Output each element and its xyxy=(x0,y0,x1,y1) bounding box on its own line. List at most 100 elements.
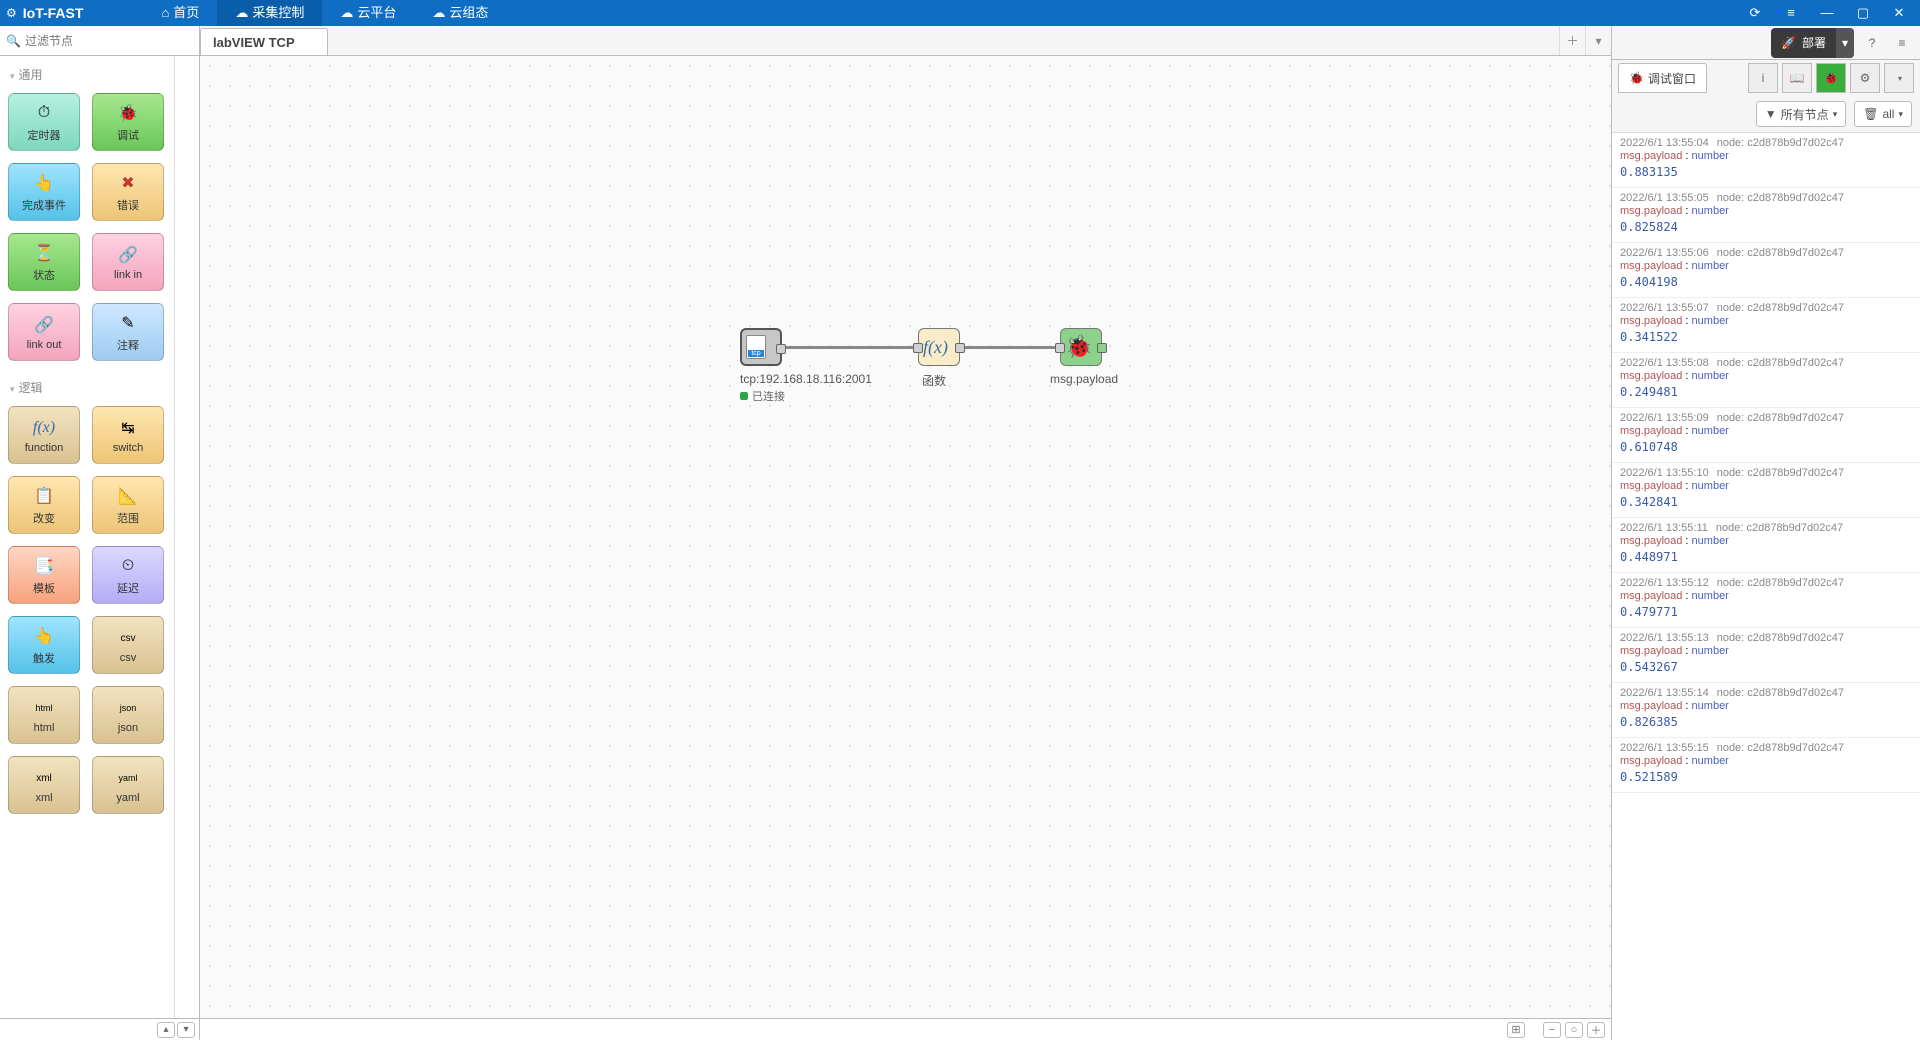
flow-canvas[interactable]: tcp:192.168.18.116:2001 已连接 f(x) 函数 🐞 ms… xyxy=(200,56,1611,1018)
help-button[interactable]: ? xyxy=(1860,31,1884,55)
sidebar-help-tab[interactable]: 📖 xyxy=(1782,63,1812,93)
function-icon: f(x) xyxy=(32,416,56,440)
refresh-icon[interactable]: ⟳ xyxy=(1746,5,1764,21)
msg-value: 0.825824 xyxy=(1620,218,1912,238)
node-timer-label: 定时器 xyxy=(28,127,61,143)
status-text: 已连接 xyxy=(752,388,785,404)
debug-message[interactable]: 2022/6/1 13:55:04node: c2d878b9d7d02c47m… xyxy=(1612,133,1920,188)
wire xyxy=(786,346,916,349)
node-xml[interactable]: xmlxml xyxy=(8,756,80,814)
zoom-out-button[interactable]: − xyxy=(1543,1022,1561,1038)
debug-message[interactable]: 2022/6/1 13:55:05node: c2d878b9d7d02c47m… xyxy=(1612,188,1920,243)
debug-message[interactable]: 2022/6/1 13:55:14node: c2d878b9d7d02c47m… xyxy=(1612,683,1920,738)
canvas-node-debug[interactable]: 🐞 xyxy=(1060,328,1102,366)
debug-message-list[interactable]: 2022/6/1 13:55:04 node: c2d878b9d7d02c47 m… xyxy=(1612,132,1920,1040)
msg-node-id: node: c2d878b9d7d02c47 xyxy=(1717,632,1844,644)
msg-node-id: node: c2d878b9d7d02c47 xyxy=(1716,522,1843,534)
node-linkout-label: link out xyxy=(27,339,62,351)
msg-type: number xyxy=(1692,700,1729,712)
node-port-in[interactable] xyxy=(913,343,923,353)
node-port-in[interactable] xyxy=(1055,343,1065,353)
node-html[interactable]: htmlhtml xyxy=(8,686,80,744)
node-comment-label: 注释 xyxy=(117,337,139,353)
msg-value: 0.479771 xyxy=(1620,603,1912,623)
main-menu-button[interactable]: ≡ xyxy=(1890,31,1914,55)
msg-payload-key: msg.payload xyxy=(1620,205,1682,217)
maximize-icon[interactable]: ▢ xyxy=(1854,5,1872,21)
palette-scrollbar[interactable] xyxy=(174,56,188,1018)
canvas-node-function[interactable]: f(x) xyxy=(918,328,960,366)
debug-message[interactable]: 2022/6/1 13:55:13node: c2d878b9d7d02c47m… xyxy=(1612,628,1920,683)
zoom-reset-button[interactable]: ○ xyxy=(1565,1022,1583,1038)
node-linkout[interactable]: 🔗link out xyxy=(8,303,80,361)
debug-message[interactable]: 2022/6/1 13:55:10node: c2d878b9d7d02c47m… xyxy=(1612,463,1920,518)
palette-collapse-down[interactable]: ▾ xyxy=(177,1022,195,1038)
zoom-in-button[interactable]: ＋ xyxy=(1587,1022,1605,1038)
msg-value: 0.543267 xyxy=(1620,658,1912,678)
node-range[interactable]: 📐范围 xyxy=(92,476,164,534)
debug-filter-nodes[interactable]: ▼所有节点▾ xyxy=(1756,101,1846,127)
link-in-icon: 🔗 xyxy=(116,243,140,267)
debug-message[interactable]: 2022/6/1 13:55:09node: c2d878b9d7d02c47m… xyxy=(1612,408,1920,463)
msg-timestamp: 2022/6/1 13:55:04 xyxy=(1620,137,1709,149)
msg-type: number xyxy=(1692,370,1729,382)
search-icon: 🔍 xyxy=(6,34,21,48)
debug-message[interactable]: 2022/6/1 13:55:08node: c2d878b9d7d02c47m… xyxy=(1612,353,1920,408)
node-switch[interactable]: ↹switch xyxy=(92,406,164,464)
node-linkin[interactable]: 🔗link in xyxy=(92,233,164,291)
node-error[interactable]: ✖错误 xyxy=(92,163,164,221)
canvas-node-tcp[interactable] xyxy=(740,328,782,366)
debug-message[interactable]: 2022/6/1 13:55:12node: c2d878b9d7d02c47m… xyxy=(1612,573,1920,628)
deploy-button[interactable]: 🚀 部署 ▾ xyxy=(1771,28,1854,58)
nav-collect[interactable]: ☁采集控制 xyxy=(217,0,322,26)
node-trigger[interactable]: 👆触发 xyxy=(8,616,80,674)
debug-message[interactable]: 2022/6/1 13:55:06node: c2d878b9d7d02c47m… xyxy=(1612,243,1920,298)
node-change[interactable]: 📋改变 xyxy=(8,476,80,534)
node-timer[interactable]: ⏱ 定时器 xyxy=(8,93,80,151)
palette-search-input[interactable] xyxy=(21,34,193,48)
palette-category-logic[interactable]: 逻辑 xyxy=(4,375,170,400)
chevron-down-icon: ▾ xyxy=(1833,109,1838,120)
node-port-out[interactable] xyxy=(776,344,786,354)
node-function[interactable]: f(x)function xyxy=(8,406,80,464)
sidebar-info-tab[interactable]: i xyxy=(1748,63,1778,93)
filter-icon: ▼ xyxy=(1765,107,1777,121)
palette-collapse-up[interactable]: ▴ xyxy=(157,1022,175,1038)
node-template[interactable]: 📑模板 xyxy=(8,546,80,604)
debug-message[interactable]: 2022/6/1 13:55:15node: c2d878b9d7d02c47m… xyxy=(1612,738,1920,793)
node-csv[interactable]: csvcsv xyxy=(92,616,164,674)
node-status[interactable]: ⏳状态 xyxy=(8,233,80,291)
node-csv-label: csv xyxy=(120,652,137,664)
nav-scada[interactable]: ☁云组态 xyxy=(414,0,506,26)
sidebar-debug-tab[interactable]: 🐞 xyxy=(1816,63,1846,93)
node-comment[interactable]: ✎注释 xyxy=(92,303,164,361)
debug-clear-button[interactable]: 🗑all▾ xyxy=(1854,101,1912,127)
menu-icon[interactable]: ≡ xyxy=(1782,5,1800,21)
palette-category-common[interactable]: 通用 xyxy=(4,62,170,87)
node-delay[interactable]: ⏲延迟 xyxy=(92,546,164,604)
tab-menu-button[interactable]: ▾ xyxy=(1585,26,1611,55)
add-tab-button[interactable]: ＋ xyxy=(1559,26,1585,55)
debug-panel-tab[interactable]: 🐞调试窗口 xyxy=(1618,63,1707,93)
close-icon[interactable]: ✕ xyxy=(1890,5,1908,21)
node-yaml[interactable]: yamlyaml xyxy=(92,756,164,814)
node-debug[interactable]: 🐞调试 xyxy=(92,93,164,151)
nav-home[interactable]: ⌂首页 xyxy=(143,0,217,26)
canvas-navigator[interactable]: ⊞ xyxy=(1507,1022,1525,1038)
node-port-out[interactable] xyxy=(955,343,965,353)
sidebar-config-tab[interactable]: ⚙ xyxy=(1850,63,1880,93)
nav-home-label: 首页 xyxy=(173,0,199,26)
debug-message[interactable]: 2022/6/1 13:55:07node: c2d878b9d7d02c47m… xyxy=(1612,298,1920,353)
node-port-out[interactable] xyxy=(1097,343,1107,353)
sidebar-more-tab[interactable] xyxy=(1884,63,1914,93)
flow-tab-label: labVIEW TCP xyxy=(213,35,295,50)
home-icon: ⌂ xyxy=(161,0,169,26)
clock-icon: ⏱ xyxy=(32,101,56,125)
node-json[interactable]: jsonjson xyxy=(92,686,164,744)
nav-cloud[interactable]: ☁云平台 xyxy=(322,0,414,26)
debug-message[interactable]: 2022/6/1 13:55:11node: c2d878b9d7d02c47m… xyxy=(1612,518,1920,573)
node-complete[interactable]: 👆完成事件 xyxy=(8,163,80,221)
flow-tab[interactable]: labVIEW TCP xyxy=(200,28,328,55)
minimize-icon[interactable]: — xyxy=(1818,5,1836,21)
deploy-dropdown[interactable]: ▾ xyxy=(1836,28,1854,58)
